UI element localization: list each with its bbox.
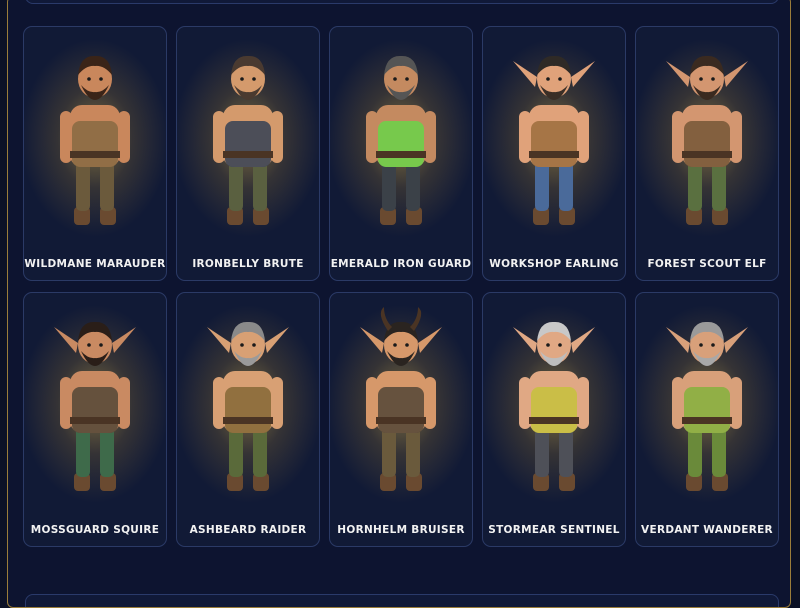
workshop-earling-figure <box>513 55 595 225</box>
character-name: ASHBEARD RAIDER <box>189 524 307 536</box>
character-card-stormear-sentinel[interactable]: STORMEAR SENTINEL <box>482 292 626 547</box>
wildmane-marauder-figure <box>60 55 130 225</box>
character-name: EMERALD IRON GUARD <box>330 258 472 270</box>
ironbelly-brute-figure <box>213 55 283 225</box>
character-grid: WILDMANE MARAUDER IRONBELLY BRUTE EMERAL… <box>23 26 779 547</box>
verdant-wanderer-figure <box>666 321 748 491</box>
character-card-wildmane-marauder[interactable]: WILDMANE MARAUDER <box>23 26 167 281</box>
character-name: FOREST SCOUT ELF <box>647 258 767 270</box>
character-card-forest-scout-elf[interactable]: FOREST SCOUT ELF <box>635 26 779 281</box>
character-card-ashbeard-raider[interactable]: ASHBEARD RAIDER <box>176 292 320 547</box>
forest-scout-elf-figure <box>666 55 748 225</box>
ashbeard-raider-figure <box>207 321 289 491</box>
character-card-hornhelm-bruiser[interactable]: HORNHELM BRUISER <box>329 292 473 547</box>
character-name: WORKSHOP EARLING <box>489 258 619 270</box>
roster-frame: WILDMANE MARAUDER IRONBELLY BRUTE EMERAL… <box>7 0 791 608</box>
character-name: IRONBELLY BRUTE <box>192 258 304 270</box>
hornhelm-bruiser-figure <box>360 307 442 491</box>
emerald-iron-guard-figure <box>366 55 436 225</box>
character-card-ironbelly-brute[interactable]: IRONBELLY BRUTE <box>176 26 320 281</box>
mossguard-squire-figure <box>54 321 136 491</box>
character-card-workshop-earling[interactable]: WORKSHOP EARLING <box>482 26 626 281</box>
character-card-emerald-iron-guard[interactable]: EMERALD IRON GUARD <box>329 26 473 281</box>
character-name: VERDANT WANDERER <box>641 524 773 536</box>
character-name: WILDMANE MARAUDER <box>24 258 166 270</box>
character-name: HORNHELM BRUISER <box>337 524 465 536</box>
character-card-mossguard-squire[interactable]: MOSSGUARD SQUIRE <box>23 292 167 547</box>
character-card-verdant-wanderer[interactable]: VERDANT WANDERER <box>635 292 779 547</box>
bottom-panel <box>25 594 779 607</box>
character-name: STORMEAR SENTINEL <box>488 524 620 536</box>
character-name: MOSSGUARD SQUIRE <box>30 524 160 536</box>
stormear-sentinel-figure <box>513 321 595 491</box>
top-panel <box>25 0 779 4</box>
